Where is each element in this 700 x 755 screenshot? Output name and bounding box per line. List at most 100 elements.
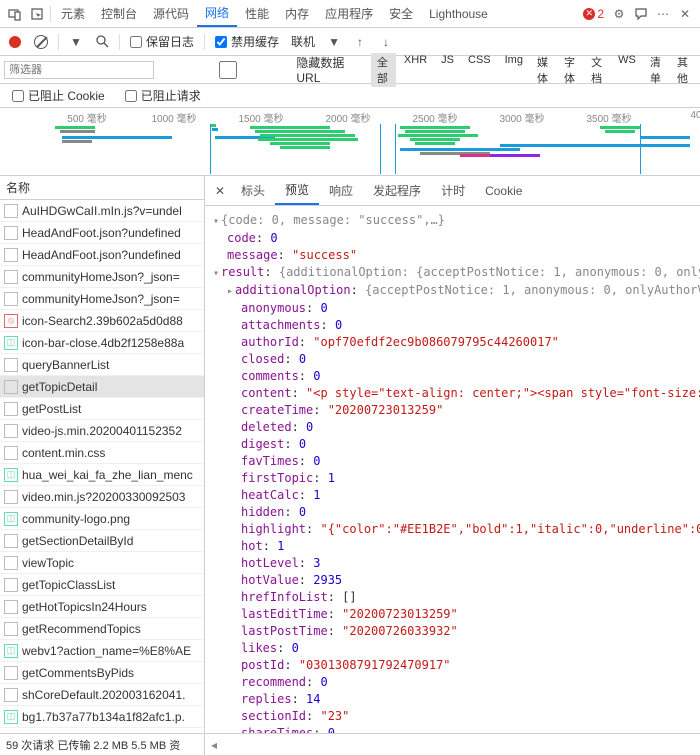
request-row[interactable]: ◫bg1.7b37a77b134a1f82afc1.p. [0, 706, 204, 728]
top-tab-3[interactable]: 网络 [197, 0, 237, 27]
json-property[interactable]: firstTopic: 1 [213, 470, 692, 487]
request-row[interactable]: HeadAndFoot.json?undefined [0, 222, 204, 244]
filter-type-其他[interactable]: 其他 [671, 53, 696, 87]
json-property[interactable]: createTime: "20200723013259" [213, 402, 692, 419]
json-property[interactable]: sectionId: "23" [213, 708, 692, 725]
json-property[interactable]: hrefInfoList: [] [213, 589, 692, 606]
top-tab-4[interactable]: 性能 [237, 0, 277, 27]
settings-icon[interactable]: ⚙ [608, 3, 630, 25]
request-row[interactable]: HeadAndFoot.json?undefined [0, 244, 204, 266]
request-row[interactable]: communityHomeJson?_json= [0, 266, 204, 288]
json-property[interactable]: heatCalc: 1 [213, 487, 692, 504]
json-property[interactable]: lastPostTime: "20200726033932" [213, 623, 692, 640]
request-row[interactable]: getPostList [0, 398, 204, 420]
online-select[interactable]: 联机 [287, 33, 319, 50]
search-icon[interactable] [91, 31, 113, 53]
json-property[interactable]: anonymous: 0 [213, 300, 692, 317]
preview-body[interactable]: {code: 0, message: "success",…} code: 0 … [205, 206, 700, 733]
request-row[interactable]: queryBannerList [0, 354, 204, 376]
json-property[interactable]: favTimes: 0 [213, 453, 692, 470]
record-button[interactable] [4, 31, 26, 53]
detail-tab-3[interactable]: 发起程序 [363, 176, 431, 205]
json-property[interactable]: shareTimes: 0 [213, 725, 692, 733]
filter-input[interactable] [4, 61, 154, 79]
preserve-log-checkbox[interactable]: 保留日志 [126, 33, 198, 50]
request-row[interactable]: ◫hua_wei_kai_fa_zhe_lian_menc [0, 464, 204, 486]
top-tab-1[interactable]: 控制台 [93, 0, 145, 27]
filter-toggle-icon[interactable]: ▼ [65, 31, 87, 53]
filter-type-清单[interactable]: 清单 [644, 53, 669, 87]
feedback-icon[interactable] [630, 3, 652, 25]
request-row[interactable]: communityHomeJson?_json= [0, 288, 204, 310]
json-property[interactable]: deleted: 0 [213, 419, 692, 436]
disable-cache-checkbox[interactable]: 禁用缓存 [211, 33, 283, 50]
request-row[interactable]: content.min.css [0, 442, 204, 464]
json-property[interactable]: hotValue: 2935 [213, 572, 692, 589]
close-icon[interactable]: ✕ [674, 3, 696, 25]
request-row[interactable]: getSectionDetailById [0, 530, 204, 552]
upload-har-icon[interactable] [349, 31, 371, 53]
blocked-requests-checkbox[interactable]: 已阻止请求 [121, 87, 205, 104]
filter-type-全部[interactable]: 全部 [371, 53, 396, 87]
request-row[interactable]: getCommentsByPids [0, 662, 204, 684]
download-har-icon[interactable] [375, 31, 397, 53]
request-row[interactable]: ⦸icon-Search2.39b602a5d0d88 [0, 310, 204, 332]
detail-tab-5[interactable]: Cookie [475, 176, 532, 205]
filter-type-字体[interactable]: 字体 [558, 53, 583, 87]
request-row[interactable]: getTopicClassList [0, 574, 204, 596]
request-row[interactable]: ◫icon-bar-close.4db2f1258e88a [0, 332, 204, 354]
filter-type-CSS[interactable]: CSS [462, 53, 497, 87]
json-property[interactable]: hotLevel: 3 [213, 555, 692, 572]
filter-type-媒体[interactable]: 媒体 [531, 53, 556, 87]
hide-data-url-checkbox[interactable]: 隐藏数据 URL [160, 54, 365, 85]
filter-type-WS[interactable]: WS [612, 53, 642, 87]
filter-type-Img[interactable]: Img [499, 53, 529, 87]
detail-tab-0[interactable]: 标头 [231, 176, 275, 205]
json-property[interactable]: postId: "0301308791792470917" [213, 657, 692, 674]
throttle-dropdown-icon[interactable]: ▼ [323, 31, 345, 53]
json-property[interactable]: highlight: "{"color":"#EE1B2E","bold":1,… [213, 521, 692, 538]
request-row[interactable]: shCoreDefault.202003162041. [0, 684, 204, 706]
request-row[interactable]: video-js.min.20200401152352 [0, 420, 204, 442]
filter-type-文档[interactable]: 文档 [585, 53, 610, 87]
request-row[interactable]: getHotTopicsIn24Hours [0, 596, 204, 618]
request-row[interactable]: getTopicDetail [0, 376, 204, 398]
filter-type-XHR[interactable]: XHR [398, 53, 433, 87]
json-property[interactable]: closed: 0 [213, 351, 692, 368]
top-tab-5[interactable]: 内存 [277, 0, 317, 27]
close-detail-icon[interactable]: ✕ [209, 184, 231, 198]
json-property[interactable]: hidden: 0 [213, 504, 692, 521]
request-row[interactable]: getRecommendTopics [0, 618, 204, 640]
timeline-overview[interactable]: 500 毫秒1000 毫秒1500 毫秒2000 毫秒2500 毫秒3000 毫… [0, 108, 700, 176]
json-property[interactable]: replies: 14 [213, 691, 692, 708]
inspect-icon[interactable] [26, 3, 48, 25]
top-tab-2[interactable]: 源代码 [145, 0, 197, 27]
request-row[interactable]: ◫webv1?action_name=%E8%AE [0, 640, 204, 662]
blocked-cookies-checkbox[interactable]: 已阻止 Cookie [8, 87, 109, 104]
top-tab-8[interactable]: Lighthouse [421, 0, 496, 27]
json-property[interactable]: lastEditTime: "20200723013259" [213, 606, 692, 623]
top-tab-0[interactable]: 元素 [53, 0, 93, 27]
more-icon[interactable]: ⋯ [652, 3, 674, 25]
device-toggle-icon[interactable] [4, 3, 26, 25]
error-badge[interactable]: ✕2 [579, 7, 608, 21]
request-row[interactable]: AuIHDGwCaII.mIn.js?v=undel [0, 200, 204, 222]
json-property[interactable]: comments: 0 [213, 368, 692, 385]
json-property[interactable]: digest: 0 [213, 436, 692, 453]
json-property[interactable]: likes: 0 [213, 640, 692, 657]
top-tab-6[interactable]: 应用程序 [317, 0, 381, 27]
detail-tab-4[interactable]: 计时 [431, 176, 475, 205]
filter-type-JS[interactable]: JS [435, 53, 460, 87]
json-property[interactable]: recommend: 0 [213, 674, 692, 691]
detail-tab-2[interactable]: 响应 [319, 176, 363, 205]
json-property[interactable]: hot: 1 [213, 538, 692, 555]
json-property[interactable]: authorId: "opf70efdf2ec9b086079795c44260… [213, 334, 692, 351]
request-header-name[interactable]: 名称 [0, 176, 204, 200]
json-property[interactable]: attachments: 0 [213, 317, 692, 334]
top-tab-7[interactable]: 安全 [381, 0, 421, 27]
detail-tab-1[interactable]: 预览 [275, 176, 319, 205]
json-property[interactable]: content: "<p style="text-align: center;"… [213, 385, 692, 402]
clear-button[interactable] [30, 31, 52, 53]
request-row[interactable]: video.min.js?20200330092503 [0, 486, 204, 508]
request-row[interactable]: viewTopic [0, 552, 204, 574]
